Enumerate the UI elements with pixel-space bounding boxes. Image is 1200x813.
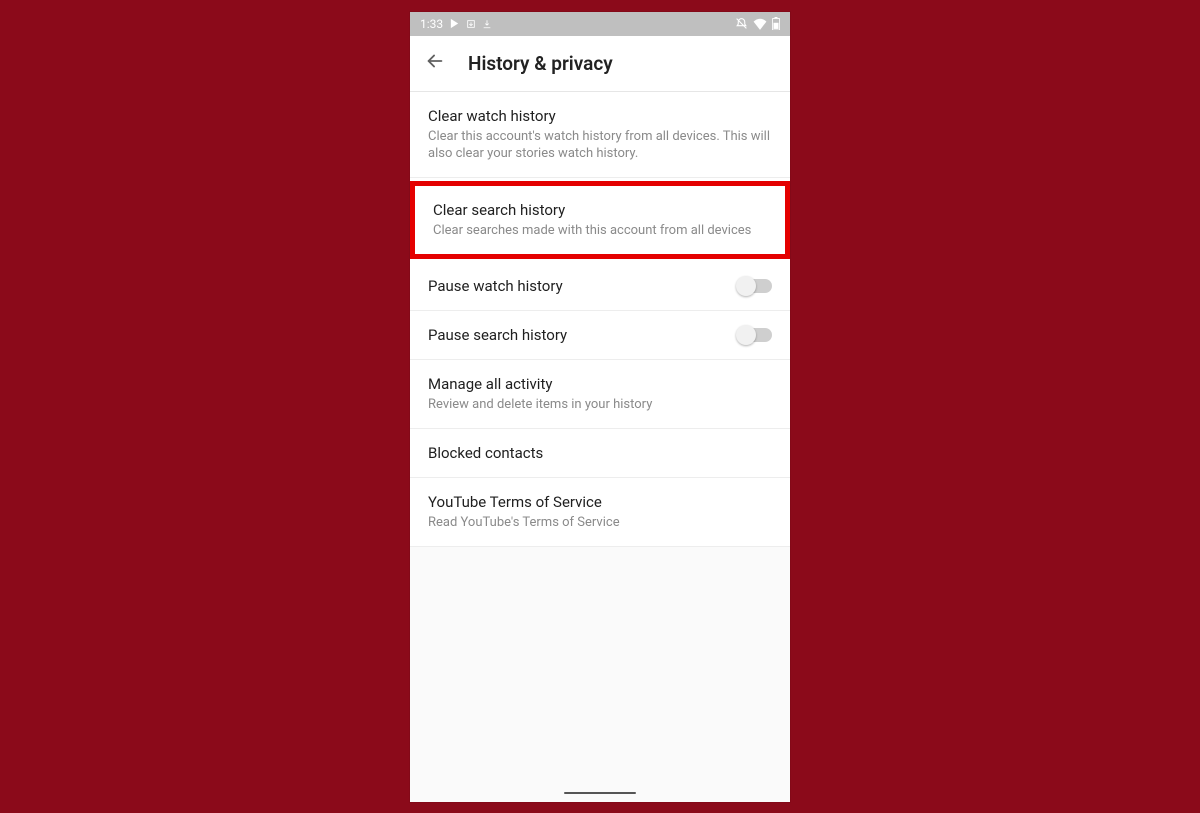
- pause-watch-history-toggle[interactable]: [738, 279, 772, 293]
- pause-search-history-item[interactable]: Pause search history: [410, 311, 790, 360]
- battery-icon: [772, 17, 780, 30]
- item-text: Manage all activity Review and delete it…: [428, 374, 772, 414]
- wifi-icon: [753, 18, 767, 30]
- phone-frame: 1:33 History & privacy Clear watch histo…: [410, 12, 790, 802]
- manage-all-activity-item[interactable]: Manage all activity Review and delete it…: [410, 360, 790, 429]
- item-text: Blocked contacts: [428, 443, 772, 463]
- arrow-left-icon: [424, 50, 446, 72]
- status-right: [735, 17, 780, 30]
- item-title: Pause search history: [428, 325, 726, 345]
- update-icon: [466, 19, 476, 29]
- item-text: YouTube Terms of Service Read YouTube's …: [428, 492, 772, 532]
- status-bar: 1:33: [410, 12, 790, 36]
- clear-search-history-item[interactable]: Clear search history Clear searches made…: [410, 181, 790, 259]
- item-title: Manage all activity: [428, 374, 772, 394]
- pause-watch-history-item[interactable]: Pause watch history: [410, 262, 790, 311]
- item-title: Clear search history: [433, 200, 767, 220]
- item-title: Clear watch history: [428, 106, 772, 126]
- item-subtitle: Review and delete items in your history: [428, 396, 772, 414]
- pause-search-history-toggle[interactable]: [738, 328, 772, 342]
- item-text: Clear watch history Clear this account's…: [428, 106, 772, 163]
- back-button[interactable]: [424, 50, 446, 76]
- settings-list: Clear watch history Clear this account's…: [410, 92, 790, 547]
- terms-of-service-item[interactable]: YouTube Terms of Service Read YouTube's …: [410, 478, 790, 547]
- item-title: YouTube Terms of Service: [428, 492, 772, 512]
- item-text: Pause watch history: [428, 276, 726, 296]
- item-subtitle: Clear searches made with this account fr…: [433, 222, 767, 240]
- item-title: Pause watch history: [428, 276, 726, 296]
- item-title: Blocked contacts: [428, 443, 772, 463]
- download-icon: [482, 19, 492, 29]
- status-left: 1:33: [420, 17, 492, 31]
- status-time: 1:33: [420, 17, 443, 31]
- blocked-contacts-item[interactable]: Blocked contacts: [410, 429, 790, 478]
- play-store-icon: [449, 18, 460, 29]
- item-subtitle: Read YouTube's Terms of Service: [428, 514, 772, 532]
- app-header: History & privacy: [410, 36, 790, 92]
- clear-watch-history-item[interactable]: Clear watch history Clear this account's…: [410, 92, 790, 178]
- dnd-icon: [735, 17, 748, 30]
- item-text: Pause search history: [428, 325, 726, 345]
- gesture-nav-handle[interactable]: [564, 792, 636, 794]
- page-title: History & privacy: [468, 52, 613, 75]
- item-subtitle: Clear this account's watch history from …: [428, 128, 772, 163]
- item-text: Clear search history Clear searches made…: [433, 200, 767, 240]
